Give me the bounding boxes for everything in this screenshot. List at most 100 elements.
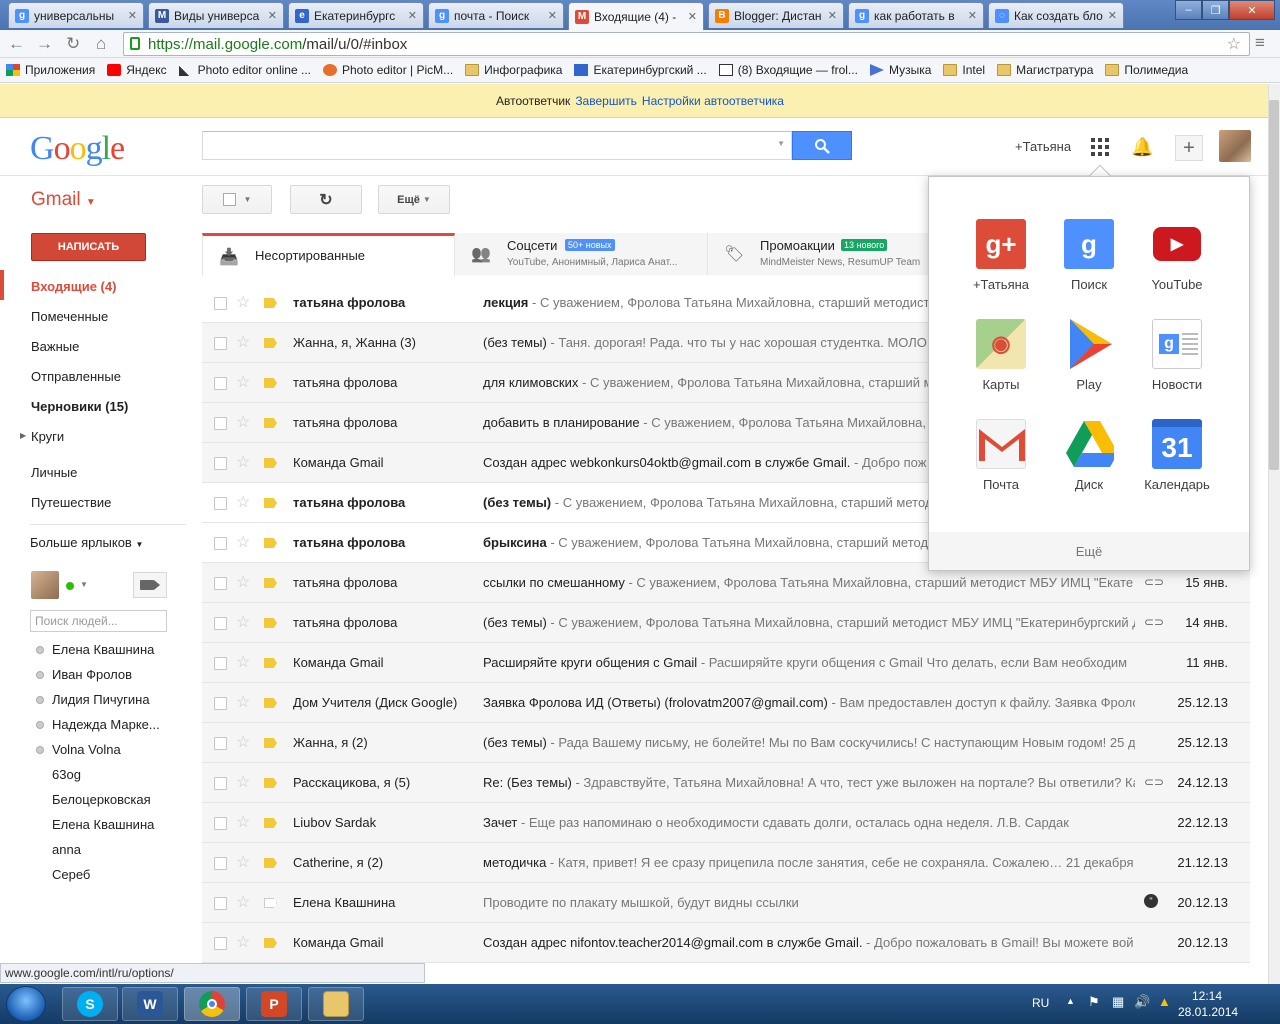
nav-personal[interactable]: Личные bbox=[31, 465, 77, 480]
bookmark-item[interactable]: Яндекс bbox=[107, 63, 167, 77]
browser-tab[interactable]: B Blogger: Дистан ✕ bbox=[708, 2, 844, 28]
clock-time[interactable]: 12:14 bbox=[1192, 989, 1222, 1003]
volume-icon[interactable]: 🔊 bbox=[1134, 994, 1150, 1010]
notifications-bell-icon[interactable]: 🔔 bbox=[1131, 137, 1153, 158]
tab-close-icon[interactable]: ✕ bbox=[1108, 9, 1117, 22]
browser-tab[interactable]: e Екатеринбургс ✕ bbox=[288, 2, 424, 28]
nav-circles[interactable]: Круги bbox=[31, 429, 64, 444]
importance-marker-icon[interactable] bbox=[264, 578, 277, 588]
home-icon[interactable]: ⌂ bbox=[96, 34, 106, 54]
search-button[interactable] bbox=[792, 131, 852, 160]
back-icon[interactable]: ← bbox=[8, 34, 25, 54]
row-checkbox[interactable] bbox=[214, 777, 227, 790]
chat-contact[interactable]: Елена Квашнина bbox=[52, 817, 154, 832]
share-plus-button[interactable]: + bbox=[1175, 135, 1203, 161]
tab-close-icon[interactable]: ✕ bbox=[268, 9, 277, 22]
chat-contact[interactable]: Белоцерковская bbox=[52, 792, 151, 807]
mail-row[interactable]: ☆ Команда Gmail Расширяйте круги общения с… bbox=[202, 643, 1250, 683]
bookmark-item[interactable]: (8) Входящие — frol... bbox=[718, 63, 858, 77]
browser-tab[interactable]: M Виды универса ✕ bbox=[148, 2, 284, 28]
app-launcher-item[interactable]: g+ +Татьяна bbox=[957, 219, 1045, 292]
star-icon[interactable]: ☆ bbox=[236, 492, 250, 512]
importance-marker-icon[interactable] bbox=[264, 618, 277, 628]
row-checkbox[interactable] bbox=[214, 697, 227, 710]
bookmark-item[interactable]: Photo editor | PicM... bbox=[323, 63, 453, 77]
row-checkbox[interactable] bbox=[214, 657, 227, 670]
chat-contact[interactable]: Елена Квашнина bbox=[52, 642, 154, 657]
search-input[interactable]: ▼ bbox=[202, 131, 792, 160]
star-icon[interactable]: ☆ bbox=[236, 852, 250, 872]
apps-more-button[interactable]: Ещё bbox=[929, 532, 1249, 570]
refresh-button[interactable]: ↻ bbox=[290, 185, 362, 214]
star-icon[interactable]: ☆ bbox=[236, 612, 250, 632]
row-checkbox[interactable] bbox=[214, 337, 227, 350]
menu-icon[interactable]: ≡ bbox=[1255, 33, 1265, 53]
mail-row[interactable]: ☆ Елена Квашнина Проводите по плакату мышк… bbox=[202, 883, 1250, 923]
app-launcher-item[interactable]: Почта bbox=[957, 419, 1045, 492]
star-icon[interactable]: ☆ bbox=[236, 812, 250, 832]
browser-tab[interactable]: g почта - Поиск ✕ bbox=[428, 2, 564, 28]
browser-tab[interactable]: M Входящие (4) - ✕ bbox=[568, 2, 704, 30]
tab-close-icon[interactable]: ✕ bbox=[408, 9, 417, 22]
chat-avatar[interactable] bbox=[31, 571, 59, 599]
row-checkbox[interactable] bbox=[214, 897, 227, 910]
bookmark-item[interactable]: Музыка bbox=[869, 63, 931, 77]
star-icon[interactable]: ☆ bbox=[236, 572, 250, 592]
importance-marker-icon[interactable] bbox=[264, 818, 277, 828]
app-launcher-item[interactable]: Play bbox=[1045, 319, 1133, 392]
status-chevron-down-icon[interactable]: ▼ bbox=[80, 580, 88, 589]
importance-marker-icon[interactable] bbox=[264, 698, 277, 708]
star-icon[interactable]: ☆ bbox=[236, 332, 250, 352]
browser-tab[interactable]: g как работать в ✕ bbox=[848, 2, 984, 28]
app-launcher-item[interactable]: Диск bbox=[1045, 419, 1133, 492]
star-icon[interactable]: ☆ bbox=[236, 732, 250, 752]
row-checkbox[interactable] bbox=[214, 537, 227, 550]
importance-marker-icon[interactable] bbox=[264, 298, 277, 308]
tab-close-icon[interactable]: ✕ bbox=[828, 9, 837, 22]
start-button[interactable] bbox=[6, 986, 46, 1022]
row-checkbox[interactable] bbox=[214, 497, 227, 510]
language-indicator[interactable]: RU bbox=[1032, 996, 1049, 1010]
mail-row[interactable]: ☆ Catherine, я (2) методичка - Катя, приве… bbox=[202, 843, 1250, 883]
tab-close-icon[interactable]: ✕ bbox=[548, 9, 557, 22]
chat-status-icon[interactable] bbox=[66, 582, 74, 590]
chat-contact[interactable]: Лидия Пичугина bbox=[52, 692, 150, 707]
chat-contact[interactable]: anna bbox=[52, 842, 81, 857]
mail-row[interactable]: ☆ Liubov Sardak Зачет - Еще раз напоминаю … bbox=[202, 803, 1250, 843]
importance-marker-icon[interactable] bbox=[264, 858, 277, 868]
star-icon[interactable]: ☆ bbox=[236, 452, 250, 472]
app-launcher-item[interactable]: g Поиск bbox=[1045, 219, 1133, 292]
mail-row[interactable]: ☆ татьяна фролова (без темы) - С уважением… bbox=[202, 603, 1250, 643]
chat-contact[interactable]: Иван Фролов bbox=[52, 667, 132, 682]
row-checkbox[interactable] bbox=[214, 737, 227, 750]
row-checkbox[interactable] bbox=[214, 377, 227, 390]
bookmark-item[interactable]: Photo editor online ... bbox=[178, 63, 311, 77]
clock-date[interactable]: 28.01.2014 bbox=[1178, 1005, 1238, 1019]
drive-tray-icon[interactable]: ▲ bbox=[1158, 994, 1171, 1009]
taskbar-chrome[interactable] bbox=[184, 987, 240, 1021]
browser-tab[interactable]: g универсальны ✕ bbox=[8, 2, 144, 28]
importance-marker-icon[interactable] bbox=[264, 338, 277, 348]
tab-close-icon[interactable]: ✕ bbox=[128, 9, 137, 22]
category-tab[interactable]: 🏷 Промоакции 13 нового MindMeister News, Re… bbox=[708, 233, 961, 275]
nav-sent[interactable]: Отправленные bbox=[31, 369, 121, 384]
category-tab[interactable]: 👥 Соцсети 50+ новых YouTube, Анонимный, Лар… bbox=[455, 233, 708, 275]
row-checkbox[interactable] bbox=[214, 577, 227, 590]
star-icon[interactable]: ☆ bbox=[236, 892, 250, 912]
taskbar-explorer[interactable] bbox=[308, 987, 364, 1021]
minimize-button[interactable]: – bbox=[1175, 0, 1202, 20]
importance-marker-icon[interactable] bbox=[264, 778, 277, 788]
app-launcher-item[interactable]: 31 Календарь bbox=[1133, 419, 1221, 492]
star-icon[interactable]: ☆ bbox=[236, 652, 250, 672]
nav-drafts[interactable]: Черновики (15) bbox=[31, 399, 128, 414]
importance-marker-icon[interactable] bbox=[264, 458, 277, 468]
bookmark-item[interactable]: Приложения bbox=[6, 63, 95, 77]
row-checkbox[interactable] bbox=[214, 417, 227, 430]
app-launcher-item[interactable]: g Новости bbox=[1133, 319, 1221, 392]
star-icon[interactable]: ☆ bbox=[236, 532, 250, 552]
browser-tab[interactable]: ◌ Как создать бло ✕ bbox=[988, 2, 1124, 28]
bookmark-item[interactable]: Инфографика bbox=[465, 63, 562, 77]
scrollbar-thumb[interactable] bbox=[1269, 100, 1279, 470]
people-search-input[interactable]: Поиск людей... bbox=[30, 610, 167, 632]
flag-icon[interactable]: ⚑ bbox=[1088, 994, 1100, 1010]
